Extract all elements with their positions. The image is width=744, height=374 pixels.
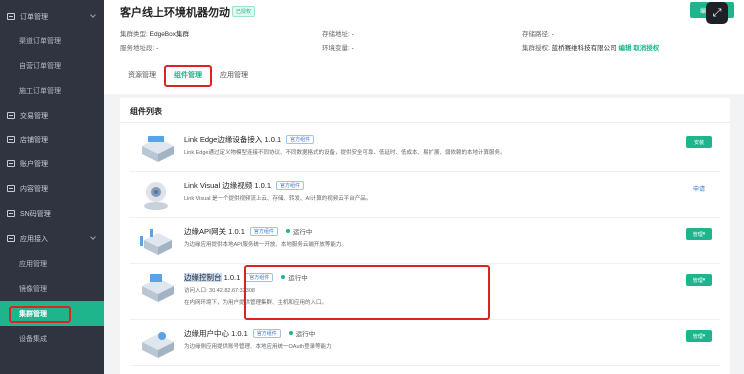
divider: [120, 122, 730, 123]
cancel-auth-link[interactable]: 取消授权: [633, 45, 659, 52]
component-desc: Link Visual 是一个提供视频流上云、存储、转发、AI计算的视频云平台产…: [184, 196, 372, 202]
sn-code-icon: [7, 210, 15, 217]
sidebar-item-sn-codes[interactable]: SN码管理: [0, 201, 104, 226]
list-item: Link Edge边缘设备接入 1.0.1 官方组件 Link Edge通过定义物…: [130, 128, 720, 172]
page-title: 客户线上环境机器勿动: [120, 7, 230, 19]
storage-path-field: 存储路径: -: [522, 31, 554, 38]
list-item: Link Visual 边缘视频 1.0.1 官方组件 Link Visual 是…: [130, 174, 720, 218]
component-desc: 为边缘应用提供本地API服务统一开放、本地服务云端开放等能力。: [184, 242, 347, 248]
sidebar-item-transactions[interactable]: 交易管理: [0, 103, 104, 128]
sidebar-item-self-orders[interactable]: 自营订单管理: [0, 53, 104, 78]
component-desc: 为边缘侧应用提供账号管理、本地应用统一OAuth登录等能力: [184, 344, 332, 350]
sidebar-item-orders[interactable]: 订单管理: [0, 4, 104, 29]
tab-component-management[interactable]: 组件管理: [164, 65, 212, 87]
transactions-icon: [7, 112, 15, 119]
console-icon: [142, 274, 174, 302]
gateway-icon: [140, 229, 172, 255]
sidebar-item-image-management[interactable]: 镜像管理: [0, 276, 104, 301]
orders-icon: [7, 13, 15, 20]
status-dot-icon: [285, 229, 290, 233]
sidebar-item-construction-orders[interactable]: 施工订单管理: [0, 78, 104, 103]
camera-icon: [144, 182, 168, 210]
apply-link[interactable]: 申请: [686, 182, 712, 194]
component-name: 边缘用户中心: [184, 329, 229, 338]
env-var-field: 环境变量: -: [322, 45, 354, 52]
cluster-header: 客户线上环境机器勿动 已授权 编 ⤢ 集群类型: EdgeBox集群 存储地址:…: [104, 0, 744, 94]
component-name: 边缘控制台: [184, 273, 222, 282]
edit-link[interactable]: 编辑: [618, 45, 631, 52]
component-list-panel: 组件列表 Link Edge边缘设备接入 1.0.1 官方组件 Link Edge…: [120, 98, 730, 374]
content-icon: [7, 185, 15, 192]
sidebar-item-shops[interactable]: 店铺管理: [0, 127, 104, 152]
expand-arrows-icon[interactable]: ⤢: [706, 2, 728, 24]
cluster-auth-field: 集群授权: 蓝桥赛维科技有限公司 编辑 取消授权: [522, 45, 660, 52]
official-tag: 官方组件: [249, 227, 278, 236]
component-name: Link Edge边缘设备接入: [184, 135, 263, 144]
official-tag: 官方组件: [252, 329, 281, 338]
list-item: 边缘API网关 1.0.1 官方组件 运行中 为边缘应用提供本地API服务统一开放、…: [130, 220, 720, 264]
manage-button[interactable]: 管理 ▾: [686, 228, 712, 240]
cluster-type-field: 集群类型: EdgeBox集群: [120, 31, 190, 38]
manage-button[interactable]: 管理 ▾: [686, 274, 712, 286]
sidebar-item-accounts[interactable]: 账户管理: [0, 151, 104, 176]
highlight-box-console: [244, 265, 490, 320]
manage-button[interactable]: 管理 ▾: [686, 330, 712, 342]
status-running: 运行中: [285, 226, 312, 236]
list-item: 边缘用户中心 1.0.1 官方组件 运行中 为边缘侧应用提供账号管理、本地应用统一O…: [130, 322, 720, 366]
highlight-box-sidebar: [9, 306, 71, 323]
chevron-down-icon: [90, 234, 96, 240]
install-button[interactable]: 安装: [686, 136, 712, 148]
official-tag: 官方组件: [276, 181, 305, 190]
main-content: 客户线上环境机器勿动 已授权 编 ⤢ 集群类型: EdgeBox集群 存储地址:…: [104, 0, 744, 374]
component-name: Link Visual 边缘视频: [184, 181, 253, 190]
sidebar-item-content[interactable]: 内容管理: [0, 176, 104, 201]
sidebar-item-app-access[interactable]: 应用接入: [0, 226, 104, 251]
storage-addr-field: 存储地址: -: [322, 31, 354, 38]
shop-icon: [7, 136, 15, 143]
panel-title: 组件列表: [130, 107, 162, 116]
sidebar-item-app-management[interactable]: 应用管理: [0, 251, 104, 276]
server-stack-icon: [142, 136, 174, 162]
chevron-down-icon: [90, 12, 96, 18]
service-addr-field: 服务地址段: -: [120, 45, 159, 52]
status-badge: 已授权: [232, 6, 256, 17]
sidebar-item-channel-orders[interactable]: 渠道订单管理: [0, 28, 104, 53]
component-desc: Link Edge通过定义物模型连接不同协议、不同数据格式的设备，提供安全可靠、…: [184, 150, 506, 156]
account-icon: [7, 160, 15, 167]
tab-bar: 资源管理 组件管理 应用管理: [120, 65, 256, 87]
sidebar-item-device-integration[interactable]: 设备集成: [0, 326, 104, 351]
app-access-icon: [7, 235, 15, 242]
official-tag: 官方组件: [286, 135, 315, 144]
component-name: 边缘API网关: [184, 227, 227, 236]
tab-resource-management[interactable]: 资源管理: [120, 65, 164, 87]
sidebar: 订单管理 渠道订单管理 自营订单管理 施工订单管理 交易管理 店铺管理 账户管理…: [0, 0, 104, 374]
status-running: 运行中: [288, 328, 315, 338]
status-dot-icon: [288, 331, 293, 335]
user-center-icon: [142, 332, 174, 358]
tab-app-management[interactable]: 应用管理: [212, 65, 256, 87]
